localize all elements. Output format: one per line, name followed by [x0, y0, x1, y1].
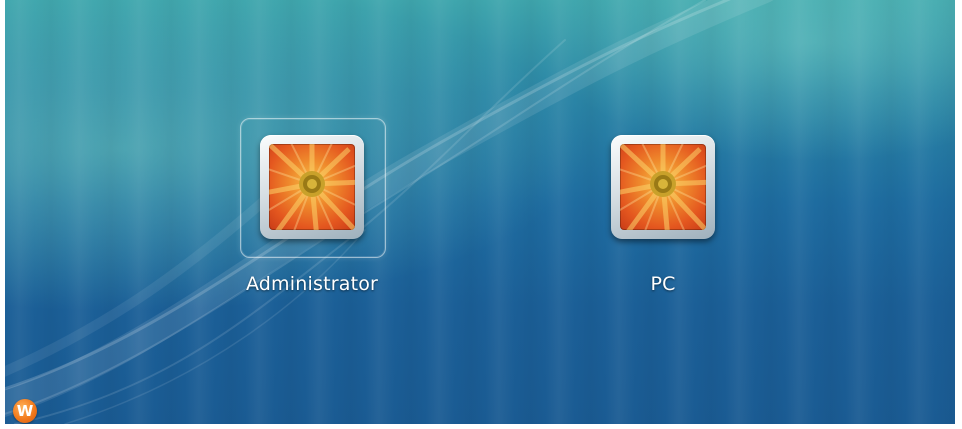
user-name-label[interactable]: PC [588, 273, 738, 295]
user-picture-frame[interactable] [611, 135, 715, 239]
user-tile-pc[interactable]: PC [588, 117, 738, 295]
user-name-label[interactable]: Administrator [237, 273, 387, 295]
orange-flower-icon [269, 144, 355, 230]
logon-screen: Administrator PC W [5, 0, 955, 424]
user-tile-administrator[interactable]: Administrator [237, 117, 387, 295]
corner-logo-icon: W [13, 399, 37, 423]
user-picture-frame[interactable] [260, 135, 364, 239]
orange-flower-icon [620, 144, 706, 230]
background-swoosh-decoration [5, 0, 774, 424]
